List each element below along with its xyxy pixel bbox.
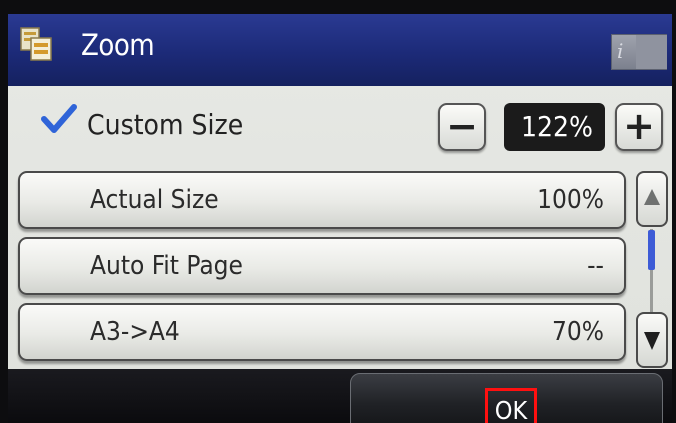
option-label: Actual Size	[90, 185, 219, 215]
option-value: 100%	[537, 185, 604, 215]
option-value: --	[587, 251, 604, 281]
option-label: A3->A4	[90, 317, 180, 347]
title-bar: Zoom i	[8, 14, 672, 86]
info-button-face	[636, 35, 667, 69]
scroll-up-button[interactable]	[636, 171, 668, 227]
zoom-option-a3-a4[interactable]: A3->A4 70%	[18, 303, 626, 361]
info-button[interactable]: i	[611, 34, 667, 70]
zoom-copy-icon	[20, 27, 52, 61]
printer-lcd-screen: Zoom i Custom Size − 122% + Actual Size …	[8, 14, 672, 423]
scroll-down-button[interactable]	[636, 312, 668, 368]
increase-zoom-button[interactable]: +	[615, 103, 663, 151]
option-label: Auto Fit Page	[90, 251, 243, 281]
zoom-option-actual-size[interactable]: Actual Size 100%	[18, 171, 626, 229]
decrease-zoom-button[interactable]: −	[438, 103, 486, 151]
option-value: 70%	[552, 317, 604, 347]
plus-icon: +	[623, 104, 655, 148]
zoom-value-field[interactable]: 122%	[504, 103, 605, 151]
checkmark-icon	[41, 104, 77, 133]
page-title: Zoom	[81, 28, 155, 62]
triangle-up-icon	[644, 189, 660, 205]
info-icon: i	[617, 39, 624, 63]
zoom-option-auto-fit-page[interactable]: Auto Fit Page --	[18, 237, 626, 295]
custom-size-row: Custom Size − 122% +	[8, 90, 672, 168]
triangle-down-icon	[644, 332, 660, 350]
minus-icon: −	[446, 104, 478, 148]
ok-button-label: OK	[485, 388, 537, 423]
custom-size-label: Custom Size	[87, 108, 244, 141]
scrollbar-thumb[interactable]	[648, 230, 655, 270]
